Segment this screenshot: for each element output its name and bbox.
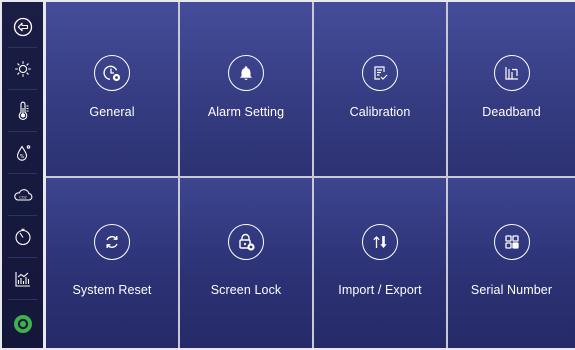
sidebar: % CO2 bbox=[2, 2, 43, 348]
back-arrow-icon bbox=[13, 17, 33, 37]
tile-label: Alarm Setting bbox=[207, 105, 285, 119]
tile-screen-lock[interactable]: Screen Lock bbox=[180, 178, 312, 348]
sidebar-item-settings[interactable] bbox=[2, 304, 43, 344]
co2-cloud-icon: CO2 bbox=[12, 185, 34, 205]
calibration-icon bbox=[362, 55, 398, 91]
sidebar-item-temperature[interactable] bbox=[2, 91, 43, 131]
deadband-icon bbox=[493, 55, 530, 91]
tile-label: Screen Lock bbox=[210, 283, 282, 297]
settings-screen: % CO2 General Alarm Setting Calibration … bbox=[0, 0, 575, 350]
light-icon bbox=[13, 59, 33, 79]
settings-grid: General Alarm Setting Calibration Deadba… bbox=[46, 2, 575, 348]
tile-import-export[interactable]: Import / Export bbox=[314, 178, 446, 348]
thermometer-icon bbox=[13, 101, 33, 121]
tile-serial-number[interactable]: Serial Number bbox=[448, 178, 575, 348]
sidebar-item-timer[interactable] bbox=[2, 217, 43, 257]
tile-general[interactable]: General bbox=[46, 2, 178, 176]
sidebar-item-humidity[interactable]: % bbox=[2, 133, 43, 173]
import-export-icon bbox=[362, 224, 398, 260]
sidebar-item-light[interactable] bbox=[2, 49, 43, 89]
co2-label: CO2 bbox=[19, 195, 27, 199]
tile-label: Calibration bbox=[349, 105, 411, 119]
bell-icon bbox=[228, 55, 264, 91]
timer-icon bbox=[13, 227, 33, 247]
tile-calibration[interactable]: Calibration bbox=[314, 2, 446, 176]
tile-label: Deadband bbox=[482, 105, 541, 119]
sidebar-item-co2[interactable]: CO2 bbox=[2, 175, 43, 215]
tile-system-reset[interactable]: System Reset bbox=[46, 178, 178, 348]
tile-label: Import / Export bbox=[338, 283, 422, 297]
sidebar-item-back[interactable] bbox=[2, 7, 43, 47]
chart-icon bbox=[13, 269, 33, 289]
svg-text:%: % bbox=[19, 154, 24, 160]
tile-alarm-setting[interactable]: Alarm Setting bbox=[180, 2, 312, 176]
sidebar-item-chart[interactable] bbox=[2, 259, 43, 299]
clock-gear-icon bbox=[94, 55, 130, 91]
serial-grid-icon bbox=[493, 224, 530, 260]
lock-gear-icon bbox=[228, 224, 264, 260]
reset-icon bbox=[94, 224, 130, 260]
humidity-icon: % bbox=[13, 143, 33, 163]
settings-active-icon bbox=[12, 313, 34, 335]
tile-deadband[interactable]: Deadband bbox=[448, 2, 575, 176]
tile-label: Serial Number bbox=[470, 283, 553, 297]
tile-label: System Reset bbox=[72, 283, 152, 297]
tile-label: General bbox=[89, 105, 135, 119]
